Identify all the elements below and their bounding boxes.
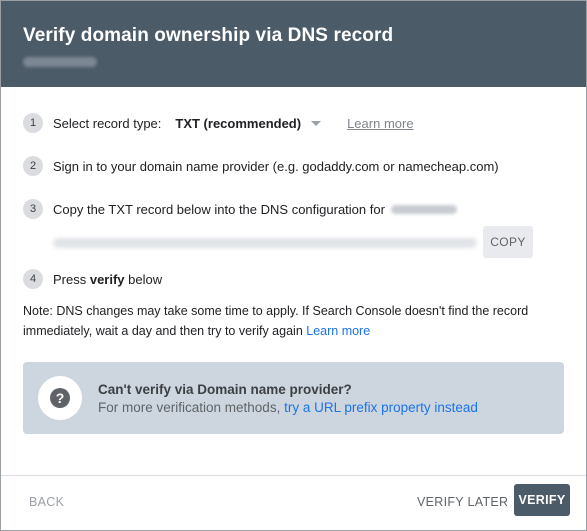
step-copy-record: 3 Copy the TXT record below into the DNS… <box>23 197 564 221</box>
step-text: Sign in to your domain name provider (e.… <box>53 158 499 174</box>
copy-button[interactable]: COPY <box>483 226 533 258</box>
verify-button[interactable]: VERIFY <box>514 484 570 516</box>
help-icon: ? <box>50 388 70 408</box>
step-text-bold: verify <box>89 271 125 287</box>
txt-record-row: COPY <box>53 226 564 260</box>
info-desc-text: For more verification methods, <box>98 399 285 415</box>
txt-record-value-redacted[interactable] <box>53 238 477 248</box>
info-description: For more verification methods, try a URL… <box>98 400 478 415</box>
step-label: Select record type: <box>53 115 162 131</box>
url-prefix-link[interactable]: try a URL prefix property instead <box>284 400 478 415</box>
step-text-suffix: below <box>124 271 163 287</box>
dns-note: Note: DNS changes may take some time to … <box>23 301 543 341</box>
info-title: Can't verify via Domain name provider? <box>98 381 352 397</box>
dialog-title: Verify domain ownership via DNS record <box>23 25 394 46</box>
step-text-prefix: Press <box>53 271 90 287</box>
dialog-header: Verify domain ownership via DNS record <box>1 1 586 87</box>
domain-redacted <box>390 204 457 214</box>
step-text: Press verify below <box>53 272 162 287</box>
record-type-value: TXT (recommended) <box>175 115 302 131</box>
note-text: Note: DNS changes may take some time to … <box>23 304 529 338</box>
dialog-footer: BACK VERIFY LATER VERIFY <box>1 475 586 530</box>
note-learn-more-link[interactable]: Learn more <box>306 324 370 338</box>
step-text: Copy the TXT record below into the DNS c… <box>53 201 385 217</box>
back-button[interactable]: BACK <box>29 495 64 509</box>
dns-verification-dialog: Verify domain ownership via DNS record 1… <box>0 0 587 531</box>
step-number: 4 <box>23 269 43 289</box>
verify-later-button[interactable]: VERIFY LATER <box>417 495 508 509</box>
step-number: 1 <box>23 113 43 133</box>
alternate-method-box: ? Can't verify via Domain name provider?… <box>23 362 564 434</box>
step-number: 3 <box>23 199 43 219</box>
steps-container: 1 Select record type: TXT (recommended) … <box>1 111 586 341</box>
record-type-dropdown[interactable]: TXT (recommended) <box>175 115 322 131</box>
step-select-record-type: 1 Select record type: TXT (recommended) … <box>23 111 564 135</box>
learn-more-link[interactable]: Learn more <box>347 116 413 131</box>
domain-subtitle-redacted <box>23 57 97 67</box>
step-number: 2 <box>23 156 43 176</box>
step-sign-in: 2 Sign in to your domain name provider (… <box>23 154 564 178</box>
info-text: Can't verify via Domain name provider? F… <box>98 382 478 415</box>
help-icon-container: ? <box>38 376 82 420</box>
step-press-verify: 4 Press verify below <box>23 267 564 291</box>
dropdown-arrow-icon <box>311 120 322 126</box>
